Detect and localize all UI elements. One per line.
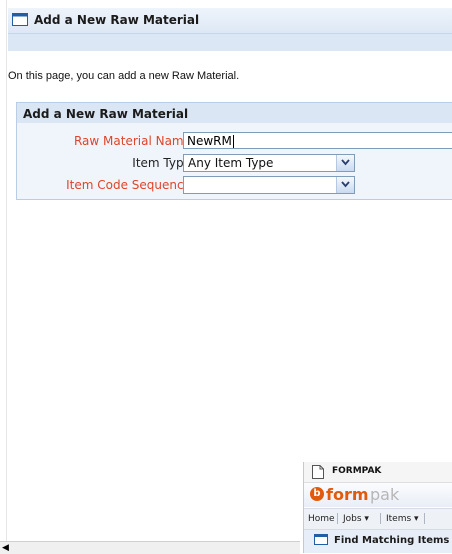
menu-item-items[interactable]: Items ▾ [386, 514, 419, 524]
left-edge-border [0, 0, 7, 553]
chevron-down-icon[interactable] [336, 155, 354, 171]
menu-separator [380, 513, 381, 524]
formpak-logo-icon: b [310, 487, 324, 501]
horizontal-scrollbar[interactable]: ◀ [0, 541, 300, 554]
page-intro-text: On this page, you can add a new Raw Mate… [8, 70, 240, 82]
brand-name-pak: pak [370, 485, 400, 504]
formpak-brand-bar: b form pak [304, 483, 452, 507]
menu-separator [424, 513, 425, 524]
window-icon [12, 13, 28, 29]
menu-separator [337, 513, 338, 524]
chevron-down-icon[interactable] [336, 177, 354, 193]
find-matching-items-title: Find Matching Items [334, 535, 450, 546]
document-icon [312, 465, 324, 482]
raw-material-name-label: Raw Material Name [73, 134, 191, 148]
window-icon [314, 534, 328, 548]
item-code-sequence-label: Item Code Sequence [66, 178, 191, 192]
item-code-sequence-select[interactable] [183, 176, 355, 194]
page-subheader-bar [8, 34, 452, 51]
brand-name-form: form [326, 485, 369, 504]
form-panel-header: Add a New Raw Material [17, 103, 452, 123]
browser-tab-title: FORMPAK [332, 466, 382, 476]
item-type-select[interactable]: Any Item Type [183, 154, 355, 172]
item-type-selected-value: Any Item Type [188, 156, 274, 170]
page-title: Add a New Raw Material [34, 13, 200, 27]
page-title-bar: Add a New Raw Material [8, 8, 452, 34]
find-matching-items-header: Find Matching Items [304, 530, 452, 553]
raw-material-form-panel: Add a New Raw Material Raw Material Name… [16, 102, 452, 200]
formpak-overlay-window: FORMPAK b form pak Home Jobs ▾ Items ▾ F… [303, 462, 452, 553]
menu-item-home[interactable]: Home [308, 514, 335, 524]
raw-material-name-input[interactable]: NewRM [183, 132, 452, 149]
scroll-left-arrow-icon[interactable]: ◀ [2, 543, 12, 553]
text-caret [232, 135, 234, 148]
menu-item-jobs[interactable]: Jobs ▾ [343, 514, 369, 524]
browser-tab[interactable]: FORMPAK [304, 462, 452, 483]
form-panel-title: Add a New Raw Material [23, 107, 189, 121]
main-menu-bar: Home Jobs ▾ Items ▾ [304, 508, 452, 530]
raw-material-name-value: NewRM [187, 134, 232, 148]
